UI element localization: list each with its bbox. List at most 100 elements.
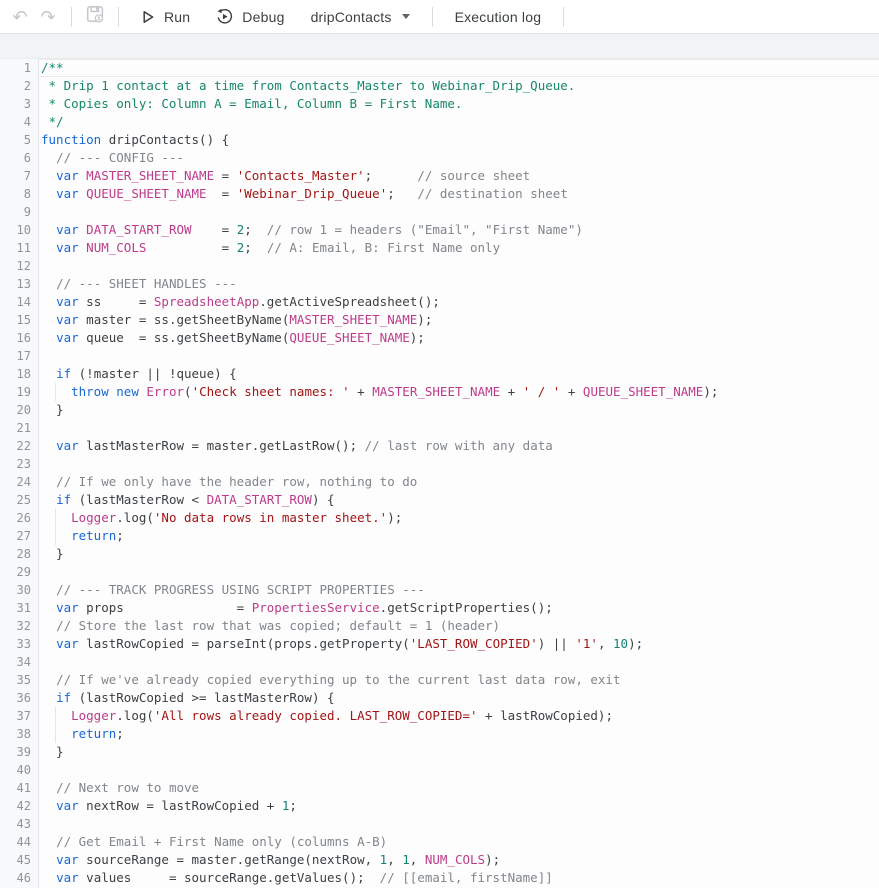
- run-button[interactable]: Run: [128, 0, 203, 34]
- code-editor[interactable]: 1234567891011121314151617181920212223242…: [0, 59, 879, 888]
- line-number[interactable]: 21: [0, 419, 38, 437]
- code-line[interactable]: // Get Email + First Name only (columns …: [39, 833, 879, 851]
- line-number[interactable]: 29: [0, 563, 38, 581]
- code-line[interactable]: }: [39, 743, 879, 761]
- code-line[interactable]: [39, 761, 879, 779]
- code-line[interactable]: * Drip 1 contact at a time from Contacts…: [39, 77, 879, 95]
- code-line[interactable]: [39, 203, 879, 221]
- code-line[interactable]: }: [39, 401, 879, 419]
- code-line[interactable]: var values = sourceRange.getValues(); //…: [39, 869, 879, 887]
- code-line[interactable]: [39, 815, 879, 833]
- code-line[interactable]: [39, 419, 879, 437]
- function-selector-dropdown[interactable]: dripContacts: [298, 0, 423, 34]
- line-number[interactable]: 25: [0, 491, 38, 509]
- line-number[interactable]: 17: [0, 347, 38, 365]
- code-line[interactable]: // Store the last row that was copied; d…: [39, 617, 879, 635]
- save-button[interactable]: [82, 4, 108, 30]
- code-line[interactable]: // --- SHEET HANDLES ---: [39, 275, 879, 293]
- line-number[interactable]: 35: [0, 671, 38, 689]
- line-number[interactable]: 27: [0, 527, 38, 545]
- line-number[interactable]: 23: [0, 455, 38, 473]
- code-line[interactable]: // Next row to move: [39, 779, 879, 797]
- line-number[interactable]: 1: [0, 59, 38, 77]
- line-number[interactable]: 18: [0, 365, 38, 383]
- code-line[interactable]: var QUEUE_SHEET_NAME = 'Webinar_Drip_Que…: [39, 185, 879, 203]
- code-line[interactable]: var props = PropertiesService.getScriptP…: [39, 599, 879, 617]
- line-number[interactable]: 5: [0, 131, 38, 149]
- line-number[interactable]: 37: [0, 707, 38, 725]
- code-line[interactable]: var queue = ss.getSheetByName(QUEUE_SHEE…: [39, 329, 879, 347]
- line-number[interactable]: 43: [0, 815, 38, 833]
- line-number[interactable]: 46: [0, 869, 38, 887]
- line-number[interactable]: 3: [0, 95, 38, 113]
- code-line[interactable]: return;: [39, 725, 879, 743]
- code-line[interactable]: Logger.log('All rows already copied. LAS…: [39, 707, 879, 725]
- code-line[interactable]: */: [39, 113, 879, 131]
- code-line[interactable]: [39, 347, 879, 365]
- line-number[interactable]: 8: [0, 185, 38, 203]
- redo-button[interactable]: ↷: [35, 4, 61, 30]
- line-number[interactable]: 2: [0, 77, 38, 95]
- code-line[interactable]: var lastRowCopied = parseInt(props.getPr…: [39, 635, 879, 653]
- debug-button[interactable]: Debug: [203, 0, 297, 34]
- line-number[interactable]: 20: [0, 401, 38, 419]
- line-number[interactable]: 28: [0, 545, 38, 563]
- code-line[interactable]: var lastMasterRow = master.getLastRow();…: [39, 437, 879, 455]
- code-line[interactable]: var NUM_COLS = 2; // A: Email, B: First …: [39, 239, 879, 257]
- line-number[interactable]: 38: [0, 725, 38, 743]
- code-line[interactable]: // --- TRACK PROGRESS USING SCRIPT PROPE…: [39, 581, 879, 599]
- line-number[interactable]: 19: [0, 383, 38, 401]
- line-number[interactable]: 42: [0, 797, 38, 815]
- line-number[interactable]: 44: [0, 833, 38, 851]
- line-number[interactable]: 39: [0, 743, 38, 761]
- code-line[interactable]: var ss = SpreadsheetApp.getActiveSpreads…: [39, 293, 879, 311]
- code-line[interactable]: if (!master || !queue) {: [39, 365, 879, 383]
- code-line[interactable]: * Copies only: Column A = Email, Column …: [39, 95, 879, 113]
- code-line[interactable]: var DATA_START_ROW = 2; // row 1 = heade…: [39, 221, 879, 239]
- line-number[interactable]: 30: [0, 581, 38, 599]
- code-area[interactable]: /** * Drip 1 contact at a time from Cont…: [39, 59, 879, 887]
- code-line[interactable]: // If we've already copied everything up…: [39, 671, 879, 689]
- code-line[interactable]: /**: [39, 59, 879, 77]
- code-line[interactable]: function dripContacts() {: [39, 131, 879, 149]
- line-number[interactable]: 26: [0, 509, 38, 527]
- line-number[interactable]: 31: [0, 599, 38, 617]
- line-number[interactable]: 9: [0, 203, 38, 221]
- line-number[interactable]: 13: [0, 275, 38, 293]
- line-number[interactable]: 14: [0, 293, 38, 311]
- line-number[interactable]: 7: [0, 167, 38, 185]
- line-number[interactable]: 45: [0, 851, 38, 869]
- code-line[interactable]: var nextRow = lastRowCopied + 1;: [39, 797, 879, 815]
- line-number[interactable]: 41: [0, 779, 38, 797]
- line-number[interactable]: 15: [0, 311, 38, 329]
- code-line[interactable]: Logger.log('No data rows in master sheet…: [39, 509, 879, 527]
- line-number[interactable]: 12: [0, 257, 38, 275]
- code-line[interactable]: var master = ss.getSheetByName(MASTER_SH…: [39, 311, 879, 329]
- code-line[interactable]: [39, 563, 879, 581]
- code-line[interactable]: [39, 257, 879, 275]
- code-line[interactable]: [39, 455, 879, 473]
- line-number[interactable]: 36: [0, 689, 38, 707]
- line-number[interactable]: 11: [0, 239, 38, 257]
- line-number[interactable]: 34: [0, 653, 38, 671]
- line-number[interactable]: 4: [0, 113, 38, 131]
- line-number[interactable]: 24: [0, 473, 38, 491]
- code-line[interactable]: // If we only have the header row, nothi…: [39, 473, 879, 491]
- line-number[interactable]: 6: [0, 149, 38, 167]
- line-number[interactable]: 33: [0, 635, 38, 653]
- code-line[interactable]: throw new Error('Check sheet names: ' + …: [39, 383, 879, 401]
- code-line[interactable]: }: [39, 545, 879, 563]
- code-line[interactable]: return;: [39, 527, 879, 545]
- code-line[interactable]: var MASTER_SHEET_NAME = 'Contacts_Master…: [39, 167, 879, 185]
- line-number[interactable]: 16: [0, 329, 38, 347]
- code-line[interactable]: if (lastRowCopied >= lastMasterRow) {: [39, 689, 879, 707]
- line-number[interactable]: 22: [0, 437, 38, 455]
- code-line[interactable]: // --- CONFIG ---: [39, 149, 879, 167]
- undo-button[interactable]: ↶: [7, 4, 33, 30]
- execution-log-button[interactable]: Execution log: [442, 0, 555, 34]
- code-line[interactable]: if (lastMasterRow < DATA_START_ROW) {: [39, 491, 879, 509]
- code-line[interactable]: [39, 653, 879, 671]
- line-number[interactable]: 10: [0, 221, 38, 239]
- code-line[interactable]: var sourceRange = master.getRange(nextRo…: [39, 851, 879, 869]
- line-number[interactable]: 40: [0, 761, 38, 779]
